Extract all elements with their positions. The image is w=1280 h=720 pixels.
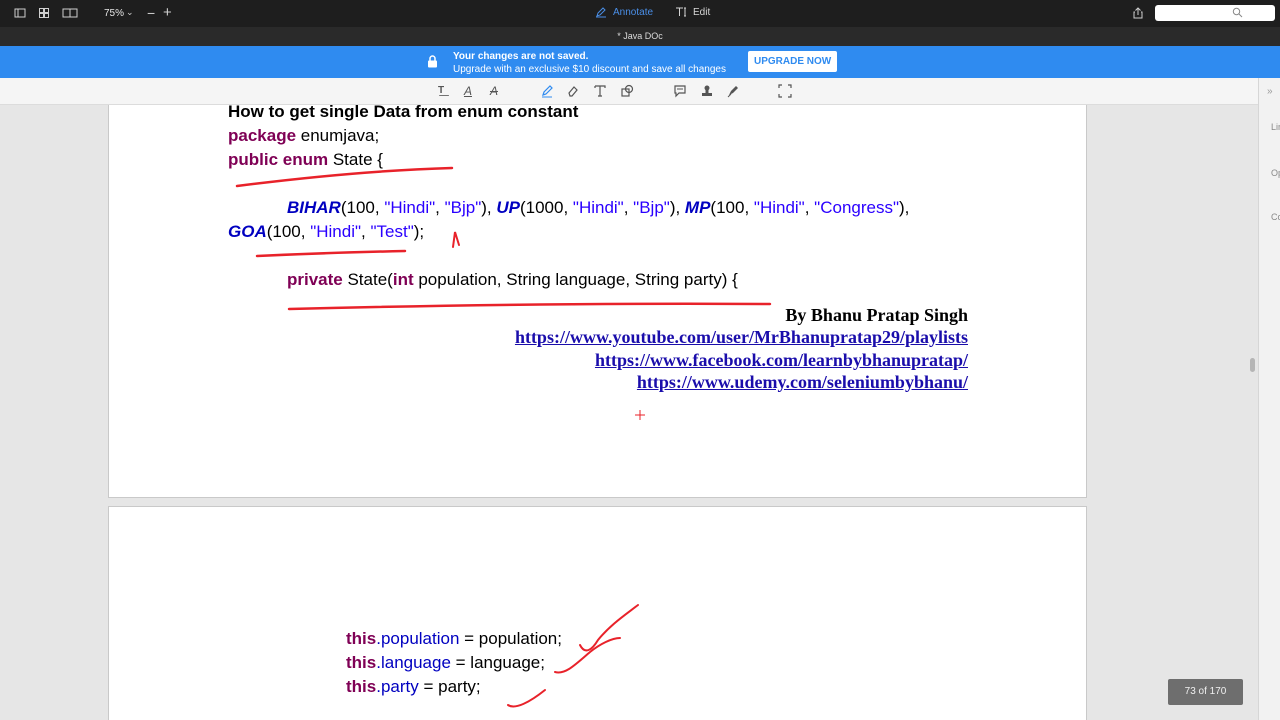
enum-constant: GOA	[228, 222, 267, 241]
enum-constant: MP	[684, 198, 711, 217]
zoom-in-icon[interactable]: +	[163, 4, 172, 21]
code-text: ),	[899, 198, 910, 217]
upgrade-now-button[interactable]: UPGRADE NOW	[748, 51, 838, 72]
strikethrough-text-icon[interactable]: A	[487, 84, 501, 98]
edit-label: Edit	[693, 6, 711, 18]
pen-icon	[596, 7, 606, 18]
code-line-this-population: this.population = population;	[346, 629, 562, 649]
string-literal: "Bjp"	[633, 198, 670, 217]
code-line-this-party: this.party = party;	[346, 677, 481, 697]
keyword: this	[346, 677, 377, 696]
text-box-icon[interactable]	[593, 84, 607, 98]
page-counter: 73 of 170	[1168, 679, 1243, 705]
text-recognition-icon[interactable]: T͟	[434, 84, 448, 98]
scrollbar-thumb[interactable]	[1250, 358, 1255, 372]
enum-constant: UP	[496, 198, 520, 217]
code-line-goa: GOA(100, "Hindi", "Test");	[228, 222, 424, 242]
right-side-panel: » Lin Op Co	[1258, 78, 1280, 720]
panel-label-options[interactable]: Op	[1271, 168, 1280, 178]
field-name: .language	[376, 653, 451, 672]
edit-tab[interactable]: Edit	[675, 6, 710, 18]
banner-title: Your changes are not saved.	[453, 51, 589, 62]
enum-constant: BIHAR	[287, 198, 341, 217]
string-literal: "Congress"	[814, 198, 899, 217]
pdf-page: this.population = population; this.langu…	[108, 506, 1087, 720]
code-text: = population;	[459, 629, 562, 648]
annotation-toolbar: T͟ A A	[0, 78, 1258, 105]
keyword: int	[392, 270, 414, 289]
string-literal: "Hindi"	[572, 198, 624, 217]
grid-view-icon[interactable]	[38, 7, 50, 19]
panel-label-comments[interactable]: Co	[1271, 212, 1280, 222]
udemy-link[interactable]: https://www.udemy.com/seleniumbybhanu/	[637, 372, 968, 393]
code-text: ),	[481, 198, 497, 217]
code-text: );	[413, 222, 425, 241]
facebook-link[interactable]: https://www.facebook.com/learnbybhanupra…	[595, 350, 968, 371]
code-text: ,	[804, 198, 815, 217]
annotate-tab[interactable]: Annotate	[595, 6, 653, 18]
code-text: (100,	[710, 198, 754, 217]
comment-icon[interactable]	[673, 84, 687, 98]
underline-text-icon[interactable]: A	[461, 84, 475, 98]
code-text: population, String language, String part…	[413, 270, 738, 289]
code-text: State {	[328, 150, 383, 169]
youtube-link[interactable]: https://www.youtube.com/user/MrBhanuprat…	[515, 327, 968, 348]
panel-label-link[interactable]: Lin	[1271, 122, 1280, 132]
string-literal: "Hindi"	[310, 222, 362, 241]
code-text: = language;	[450, 653, 545, 672]
stamp-icon[interactable]	[700, 84, 714, 98]
keyword: package	[228, 126, 297, 145]
chevron-right-icon[interactable]: »	[1267, 86, 1273, 97]
chevron-down-icon[interactable]: ⌄	[126, 7, 134, 18]
page-heading: How to get single Data from enum constan…	[228, 102, 579, 121]
search-icon	[1232, 7, 1243, 18]
text-edit-icon	[676, 7, 686, 17]
code-line-enum: public enum State {	[228, 150, 383, 170]
code-text: enumjava;	[296, 126, 380, 145]
select-area-icon[interactable]	[778, 84, 792, 98]
code-line-constructor: private State(int population, String lan…	[287, 270, 738, 290]
string-literal: "Test"	[370, 222, 414, 241]
string-literal: "Bjp"	[444, 198, 482, 217]
code-line-package: package enumjava;	[228, 126, 379, 146]
document-title: * Java DOc	[0, 27, 1280, 46]
eraser-icon[interactable]	[566, 84, 580, 98]
share-icon[interactable]	[1132, 7, 1144, 19]
code-line-this-language: this.language = language;	[346, 653, 545, 673]
zoom-level[interactable]: 75%	[104, 8, 124, 19]
code-text: State(	[342, 270, 393, 289]
string-literal: "Hindi"	[753, 198, 805, 217]
keyword: private	[287, 270, 343, 289]
highlighter-pen-icon[interactable]	[540, 84, 554, 98]
author-name: By Bhanu Pratap Singh	[785, 305, 968, 325]
signature-pen-icon[interactable]	[726, 84, 740, 98]
code-line-constants: BIHAR(100, "Hindi", "Bjp"), UP(1000, "Hi…	[287, 198, 909, 218]
code-text: ,	[623, 198, 634, 217]
keyword: this	[346, 629, 377, 648]
field-name: .population	[376, 629, 460, 648]
field-name: .party	[376, 677, 419, 696]
zoom-out-icon[interactable]: −	[147, 5, 155, 21]
code-text: ),	[669, 198, 685, 217]
code-text: (100,	[340, 198, 385, 217]
pdf-page: How to get single Data from enum constan…	[108, 102, 1087, 498]
code-text: (100,	[266, 222, 311, 241]
code-text: ,	[435, 198, 445, 217]
banner-subtitle: Upgrade with an exclusive $10 discount a…	[453, 64, 726, 75]
unsaved-banner: Your changes are not saved. Upgrade with…	[0, 46, 1280, 78]
keyword: public enum	[228, 150, 329, 169]
string-literal: "Hindi"	[384, 198, 436, 217]
lock-icon	[428, 55, 437, 68]
sidebar-toggle-icon[interactable]	[14, 7, 26, 19]
search-input[interactable]	[1155, 5, 1275, 21]
code-text: = party;	[418, 677, 481, 696]
top-toolbar: 75% ⌄ − + Annotate Edit	[0, 0, 1280, 27]
keyword: this	[346, 653, 377, 672]
shape-icon[interactable]	[620, 84, 634, 98]
code-text: (1000,	[519, 198, 573, 217]
page-layout-icon[interactable]	[62, 7, 78, 19]
annotate-label: Annotate	[613, 6, 654, 18]
